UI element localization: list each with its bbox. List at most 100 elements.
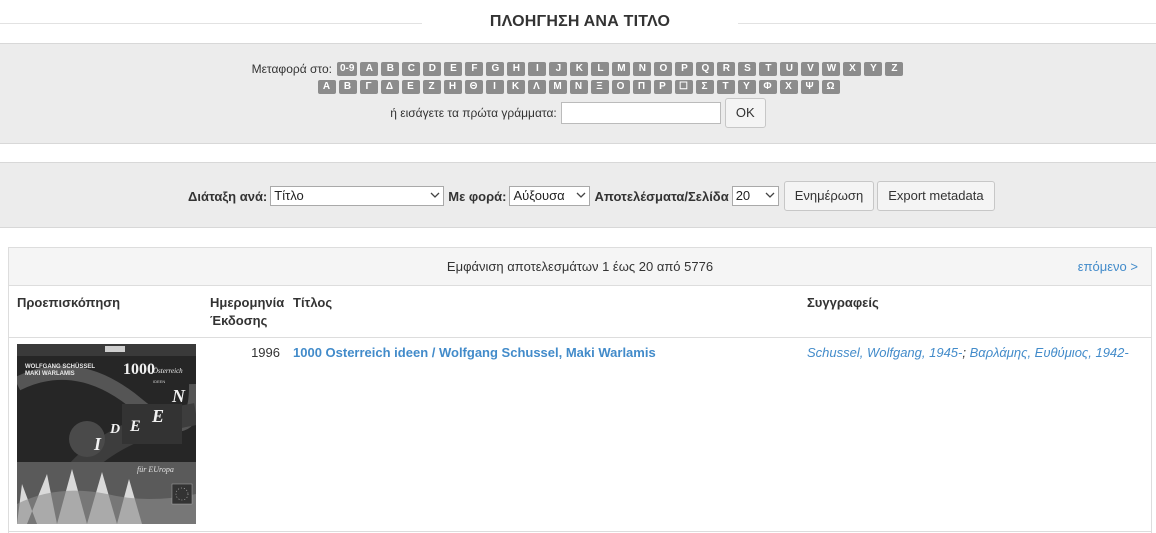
svg-text:I: I	[93, 434, 102, 454]
greek-letter-button[interactable]: Τ	[716, 80, 735, 94]
latin-letter-button[interactable]: V	[801, 62, 820, 76]
cover-number: 1000	[123, 361, 155, 378]
latin-letter-button[interactable]: K	[570, 62, 589, 76]
chevron-down-icon	[577, 192, 586, 198]
svg-text:E: E	[151, 406, 164, 426]
latin-letter-button[interactable]: Z	[885, 62, 904, 76]
cover-word-2: IDEEN	[153, 379, 165, 384]
greek-letter-button[interactable]: Α	[317, 80, 336, 94]
sort-by-value: Τίτλο	[274, 188, 304, 203]
latin-letter-button[interactable]: M	[612, 62, 631, 76]
latin-letter-button[interactable]: H	[507, 62, 526, 76]
greek-letter-button[interactable]: Σ	[695, 80, 714, 94]
greek-letter-button[interactable]: Θ	[464, 80, 483, 94]
latin-letter-button[interactable]: 0-9	[336, 62, 358, 76]
latin-letter-button[interactable]: Q	[696, 62, 715, 76]
svg-text:N: N	[171, 386, 186, 406]
starts-with-input[interactable]	[560, 102, 721, 124]
starts-with-row: ή εισάγετε τα πρώτα γράμματα: OK	[0, 98, 1156, 128]
order-select[interactable]: Αύξουσα	[509, 186, 591, 206]
author-link[interactable]: Βαρλάμης, Ευθύμιος, 1942-	[970, 345, 1129, 360]
latin-letter-button[interactable]: D	[423, 62, 442, 76]
column-header-preview[interactable]: Προεπισκόπηση	[17, 294, 120, 312]
greek-letter-button[interactable]: Κ	[506, 80, 525, 94]
latin-letters-row: Μεταφορά στο: 0-9 A B C D E F G H I J K L M N O P Q R S T U V W…	[0, 62, 1156, 76]
latin-letter-button[interactable]: F	[465, 62, 484, 76]
row-bottom-divider	[9, 531, 1151, 532]
sort-panel: Διάταξη ανά: Τίτλο Με φορά: Αύξουσα Αποτ…	[0, 162, 1156, 228]
sort-by-select[interactable]: Τίτλο	[270, 186, 445, 206]
greek-letter-button[interactable]: Ω	[821, 80, 840, 94]
author-link[interactable]: Schussel, Wolfgang, 1945-	[807, 345, 962, 360]
greek-letter-button[interactable]: Ξ	[590, 80, 609, 94]
greek-letter-button[interactable]: Ρ	[653, 80, 672, 94]
results-per-page-value: 20	[735, 188, 751, 203]
page-title: ΠΛΟΗΓΗΣΗ ΑΝΑ ΤΙΤΛΟ	[489, 13, 671, 30]
export-metadata-button[interactable]: Export metadata	[877, 181, 995, 211]
latin-letter-button[interactable]: U	[780, 62, 799, 76]
sort-controls: Διάταξη ανά: Τίτλο Με φορά: Αύξουσα Αποτ…	[188, 180, 997, 212]
next-page-link[interactable]: επόμενο >	[1078, 259, 1138, 274]
latin-letter-button[interactable]: W	[822, 62, 841, 76]
cover-author-line-2: MAKI WARLAMIS	[25, 371, 75, 377]
latin-letter-button[interactable]: X	[843, 62, 862, 76]
results-per-page-label: Αποτελέσματα/Σελίδα	[594, 188, 729, 204]
greek-letter-button[interactable]: Ψ	[800, 80, 819, 94]
greek-letter-button[interactable]: Η	[443, 80, 462, 94]
latin-letter-button[interactable]: O	[654, 62, 673, 76]
greek-letter-button[interactable]: Ν	[569, 80, 588, 94]
greek-letter-button[interactable]: Β	[338, 80, 357, 94]
greek-letter-button[interactable]: Μ	[548, 80, 567, 94]
greek-letters-row: Α Β Γ Δ Ε Ζ Η Θ Ι Κ Λ Μ Ν Ξ Ο Π Ρ ☐ Σ Τ Υ Φ Χ Ψ Ω	[0, 80, 1156, 94]
greek-letter-button[interactable]: Χ	[779, 80, 798, 94]
greek-letter-button[interactable]: Γ	[359, 80, 378, 94]
svg-text:D: D	[109, 422, 120, 437]
results-per-page-select[interactable]: 20	[731, 186, 779, 206]
header-row-divider	[9, 337, 1151, 338]
cover-thumbnail[interactable]: WOLFGANG SCHÜSSEL MAKI WARLAMIS 1000 Öst…	[17, 344, 196, 524]
column-header-title[interactable]: Τίτλος	[293, 294, 332, 312]
latin-letter-button[interactable]: C	[402, 62, 421, 76]
chevron-down-icon	[765, 192, 775, 198]
latin-letter-button[interactable]: N	[633, 62, 652, 76]
latin-letter-button[interactable]: Y	[864, 62, 883, 76]
page-header: ΠΛΟΗΓΗΣΗ ΑΝΑ ΤΙΤΛΟ	[0, 0, 1156, 44]
browse-panel: Μεταφορά στο: 0-9 A B C D E F G H I J K L M N O P Q R S T U V W…	[0, 43, 1156, 144]
latin-letter-button[interactable]: E	[444, 62, 463, 76]
results-heading: Εμφάνιση αποτελεσμάτων 1 έως 20 από 5776…	[9, 248, 1151, 286]
greek-letter-button[interactable]: Ο	[611, 80, 630, 94]
latin-letter-button[interactable]: L	[591, 62, 610, 76]
latin-letter-button[interactable]: R	[717, 62, 736, 76]
latin-letter-button[interactable]: T	[759, 62, 778, 76]
latin-letter-button[interactable]: B	[381, 62, 400, 76]
author-separator: ;	[962, 345, 966, 360]
column-header-date[interactable]: Ημερομηνία Έκδοσης	[210, 294, 290, 330]
latin-letter-button[interactable]: A	[360, 62, 379, 76]
greek-letter-button[interactable]: Φ	[758, 80, 777, 94]
update-button[interactable]: Ενημέρωση	[783, 181, 875, 211]
latin-letter-button[interactable]: S	[738, 62, 757, 76]
jump-to-label: Μεταφορά στο:	[251, 62, 332, 76]
greek-letter-button[interactable]: Π	[632, 80, 651, 94]
order-label: Με φορά:	[448, 188, 507, 204]
latin-letter-button[interactable]: P	[675, 62, 694, 76]
chevron-down-icon	[430, 192, 440, 198]
greek-letter-button[interactable]: Υ	[737, 80, 756, 94]
greek-letter-button[interactable]: Λ	[527, 80, 546, 94]
column-header-authors[interactable]: Συγγραφείς	[807, 294, 879, 312]
latin-letter-button[interactable]: I	[528, 62, 547, 76]
ok-button[interactable]: OK	[724, 98, 766, 128]
cover-author-line-1: WOLFGANG SCHÜSSEL	[25, 363, 95, 370]
greek-letter-button[interactable]: Ι	[485, 80, 504, 94]
cover-subtitle: für EUropa	[137, 465, 174, 474]
svg-text:E: E	[129, 418, 141, 435]
latin-letter-button[interactable]: J	[549, 62, 568, 76]
greek-letter-button[interactable]: Ε	[401, 80, 420, 94]
greek-letter-button[interactable]: Δ	[380, 80, 399, 94]
greek-letter-button[interactable]: ☐	[674, 80, 693, 94]
greek-letter-button[interactable]: Ζ	[422, 80, 441, 94]
latin-letter-button[interactable]: G	[486, 62, 505, 76]
item-title-link[interactable]: 1000 Osterreich ideen / Wolfgang Schusse…	[293, 345, 656, 360]
header-divider-left	[0, 23, 422, 24]
sort-by-label: Διάταξη ανά:	[188, 188, 268, 204]
